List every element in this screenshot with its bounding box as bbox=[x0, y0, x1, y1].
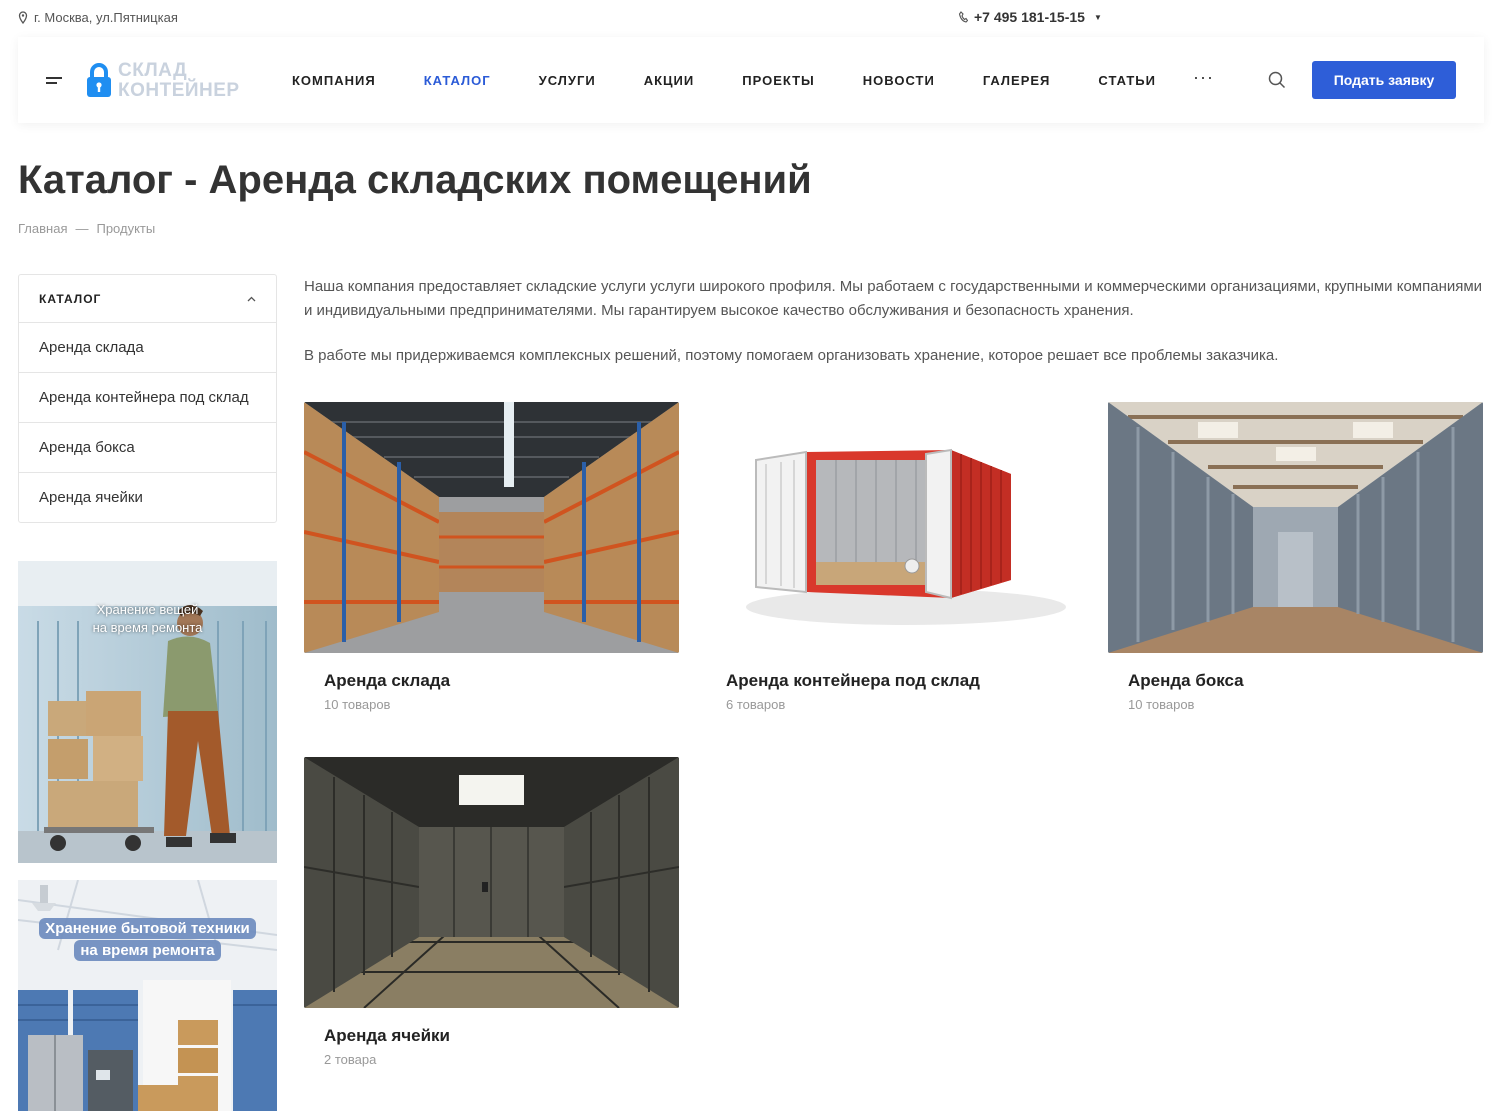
catalog-card-box[interactable]: Аренда бокса 10 товаров bbox=[1108, 402, 1483, 712]
page-title: Каталог - Аренда складских помещений bbox=[18, 158, 812, 202]
intro-paragraph-1: Наша компания предоставляет складские ус… bbox=[304, 278, 1483, 319]
card-image-container[interactable] bbox=[706, 402, 1081, 653]
card-count-box: 10 товаров bbox=[1128, 697, 1195, 712]
address-text: г. Москва, ул.Пятницкая bbox=[34, 10, 178, 25]
catalog-card-container[interactable]: Аренда контейнера под склад 6 товаров bbox=[706, 402, 1081, 712]
breadcrumb-current: Продукты bbox=[96, 221, 156, 236]
logo[interactable]: СКЛАД КОНТЕЙНЕР bbox=[86, 61, 240, 101]
nav-promotions[interactable]: АКЦИИ bbox=[644, 73, 695, 88]
submit-request-button[interactable]: Подать заявку bbox=[1312, 61, 1456, 99]
nav-services[interactable]: УСЛУГИ bbox=[539, 73, 596, 88]
card-count-warehouse: 10 товаров bbox=[324, 697, 391, 712]
search-icon[interactable] bbox=[1268, 71, 1286, 94]
phone-icon bbox=[958, 11, 968, 23]
banner-storage-during-renovation[interactable]: Хранение вещей на время ремонта bbox=[18, 561, 277, 863]
banner1-caption: Хранение вещей на время ремонта bbox=[92, 602, 203, 635]
card-image-warehouse[interactable] bbox=[304, 402, 679, 653]
catalog-menu-heading: КАТАЛОГ bbox=[39, 291, 102, 306]
banner2-caption-line2: на время ремонта bbox=[74, 940, 221, 961]
card-title-box[interactable]: Аренда бокса bbox=[1128, 671, 1483, 691]
sidebar-item-container[interactable]: Аренда контейнера под склад bbox=[19, 373, 276, 423]
catalog-card-cell[interactable]: Аренда ячейки 2 товара bbox=[304, 757, 679, 1067]
catalog-sidebar-menu: КАТАЛОГ Аренда склада Аренда контейнера … bbox=[18, 274, 277, 523]
banner-appliance-storage[interactable]: Хранение бытовой техники на время ремонт… bbox=[18, 880, 277, 1111]
location-pin-icon bbox=[18, 11, 28, 24]
padlock-logo-icon bbox=[87, 63, 111, 97]
card-count-cell: 2 товара bbox=[324, 1052, 377, 1067]
breadcrumb: Главная — Продукты bbox=[18, 221, 155, 236]
sidebar-item-warehouse[interactable]: Аренда склада bbox=[19, 323, 276, 373]
logo-line1: СКЛАД bbox=[118, 60, 188, 81]
phone-number[interactable]: +7 495 181-15-15 bbox=[974, 9, 1085, 25]
card-title-warehouse[interactable]: Аренда склада bbox=[324, 671, 679, 691]
top-bar: г. Москва, ул.Пятницкая +7 495 181-15-15… bbox=[0, 0, 1500, 36]
card-image-cell[interactable] bbox=[304, 757, 679, 1008]
card-count-container: 6 товаров bbox=[726, 697, 786, 712]
sidebar-item-box[interactable]: Аренда бокса bbox=[19, 423, 276, 473]
breadcrumb-home[interactable]: Главная bbox=[18, 221, 67, 236]
card-title-cell[interactable]: Аренда ячейки bbox=[324, 1026, 679, 1046]
main-nav: КОМПАНИЯ КАТАЛОГ УСЛУГИ АКЦИИ ПРОЕКТЫ НО… bbox=[292, 73, 1204, 88]
menu-burger-icon[interactable] bbox=[46, 77, 62, 87]
catalog-intro: Наша компания предоставляет складские ус… bbox=[304, 275, 1484, 389]
nav-projects[interactable]: ПРОЕКТЫ bbox=[742, 73, 815, 88]
card-title-container[interactable]: Аренда контейнера под склад bbox=[726, 671, 1081, 691]
main-header: СКЛАД КОНТЕЙНЕР КОМПАНИЯ КАТАЛОГ УСЛУГИ … bbox=[18, 37, 1484, 123]
sidebar-item-cell[interactable]: Аренда ячейки bbox=[19, 473, 276, 522]
nav-gallery[interactable]: ГАЛЕРЕЯ bbox=[983, 73, 1051, 88]
nav-news[interactable]: НОВОСТИ bbox=[863, 73, 935, 88]
address: г. Москва, ул.Пятницкая bbox=[18, 10, 178, 25]
more-menu-icon[interactable]: ··· bbox=[1193, 67, 1214, 88]
phone-dropdown[interactable]: +7 495 181-15-15 ▼ bbox=[958, 9, 1102, 25]
chevron-up-icon bbox=[247, 296, 256, 301]
banner2-caption-line1: Хранение бытовой техники bbox=[39, 918, 256, 939]
logo-line2: КОНТЕЙНЕР bbox=[118, 80, 240, 101]
nav-company[interactable]: КОМПАНИЯ bbox=[292, 73, 376, 88]
nav-catalog[interactable]: КАТАЛОГ bbox=[424, 73, 491, 88]
nav-articles[interactable]: СТАТЬИ bbox=[1098, 73, 1156, 88]
banner2-caption: Хранение бытовой техники на время ремонт… bbox=[18, 918, 277, 962]
chevron-down-icon: ▼ bbox=[1093, 12, 1102, 22]
catalog-menu-header[interactable]: КАТАЛОГ bbox=[19, 275, 276, 323]
banner2-image bbox=[18, 880, 277, 1111]
intro-paragraph-2: В работе мы придерживаемся комплексных р… bbox=[304, 347, 1279, 364]
breadcrumb-separator: — bbox=[75, 221, 89, 236]
card-image-box[interactable] bbox=[1108, 402, 1483, 653]
catalog-card-warehouse[interactable]: Аренда склада 10 товаров bbox=[304, 402, 679, 712]
